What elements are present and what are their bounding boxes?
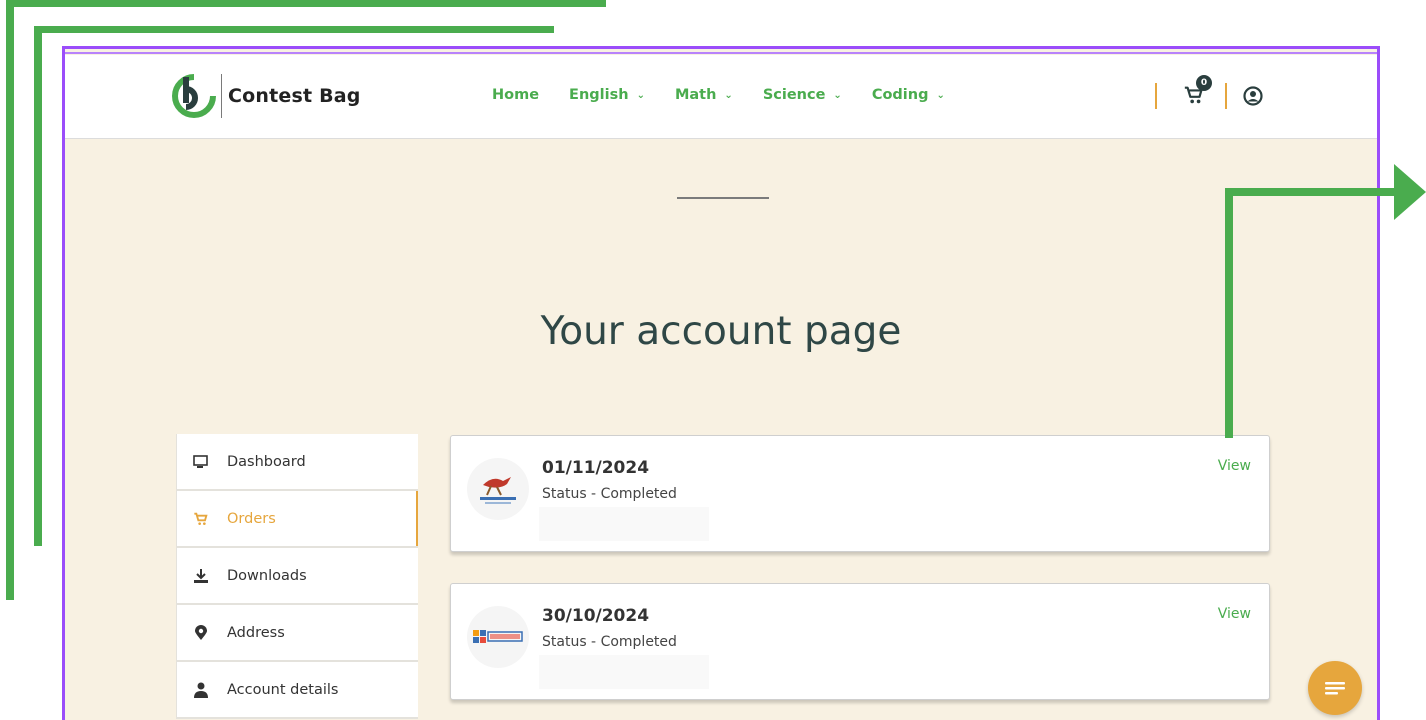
nav-math[interactable]: Math ⌄ <box>675 87 733 103</box>
contest-bag-logo-icon <box>172 74 216 118</box>
decor-arrow-inner-top <box>34 26 554 33</box>
nav-label: Science <box>762 87 826 103</box>
title-divider <box>677 197 769 199</box>
brand-name: Contest Bag <box>228 85 361 107</box>
decor-arrow-horizontal <box>1225 188 1401 196</box>
decor-arrow-head <box>1394 164 1426 220</box>
user-icon <box>193 682 209 698</box>
decor-arrow-outer-top <box>6 0 606 7</box>
chevron-down-icon: ⌄ <box>724 89 733 101</box>
order-details-placeholder <box>539 507 709 541</box>
nav-home[interactable]: Home <box>492 87 539 103</box>
sidebar-item-label: Dashboard <box>227 453 306 470</box>
download-icon <box>193 568 209 584</box>
order-card: 01/11/2024 Status - Completed View <box>450 435 1270 552</box>
header-divider <box>1155 83 1157 109</box>
logo-separator <box>221 74 222 118</box>
sidebar-item-label: Orders <box>227 510 276 527</box>
browser-frame: Contest Bag Home English ⌄ Math ⌄ Scienc… <box>62 46 1380 720</box>
user-circle-icon[interactable] <box>1243 86 1263 106</box>
sidebar-item-orders[interactable]: Orders <box>176 491 418 548</box>
nav-science[interactable]: Science ⌄ <box>763 87 842 103</box>
chevron-down-icon: ⌄ <box>833 89 842 101</box>
order-status: Status - Completed <box>542 634 677 650</box>
header-divider <box>1225 83 1227 109</box>
decor-arrow-outer-left <box>6 0 14 600</box>
cemc-logo-icon <box>467 606 529 668</box>
site-header: Contest Bag Home English ⌄ Math ⌄ Scienc… <box>65 55 1377 139</box>
decor-arrow-inner-left <box>34 26 42 546</box>
order-details-placeholder <box>539 655 709 689</box>
header-actions: 0 <box>1155 75 1263 111</box>
cart-icon <box>193 511 209 527</box>
sidebar-item-address[interactable]: Address <box>176 605 418 662</box>
menu-fab-button[interactable] <box>1308 661 1362 715</box>
main-nav: Home English ⌄ Math ⌄ Science ⌄ Coding ⌄ <box>492 87 975 103</box>
decor-arrow-vertical <box>1225 188 1233 438</box>
nav-label: Home <box>492 87 540 103</box>
order-card: 30/10/2024 Status - Completed View <box>450 583 1270 700</box>
sidebar-item-account-details[interactable]: Account details <box>176 662 418 719</box>
view-order-button[interactable]: View <box>1218 606 1251 622</box>
nav-label: Coding <box>871 87 929 103</box>
sidebar-item-label: Address <box>227 624 285 641</box>
account-sidebar: Dashboard Orders Downloads Address Accou… <box>176 434 418 719</box>
sidebar-item-dashboard[interactable]: Dashboard <box>176 434 418 491</box>
order-status: Status - Completed <box>542 486 677 502</box>
nav-english[interactable]: English ⌄ <box>569 87 645 103</box>
order-date: 30/10/2024 <box>542 606 650 626</box>
view-order-button[interactable]: View <box>1218 458 1251 474</box>
page-title: Your account page <box>540 309 902 354</box>
brand-logo[interactable]: Contest Bag <box>171 73 361 119</box>
dashboard-icon <box>193 454 209 470</box>
order-date: 01/11/2024 <box>542 458 650 478</box>
nav-coding[interactable]: Coding ⌄ <box>872 87 945 103</box>
kangaroo-logo-icon <box>467 458 529 520</box>
sidebar-item-label: Downloads <box>227 567 307 584</box>
cart-button[interactable]: 0 <box>1183 75 1212 108</box>
menu-lines-icon <box>1325 682 1345 695</box>
chevron-down-icon: ⌄ <box>936 89 945 101</box>
cart-count-badge: 0 <box>1196 75 1212 91</box>
nav-label: Math <box>674 87 717 103</box>
chevron-down-icon: ⌄ <box>636 89 645 101</box>
map-pin-icon <box>193 624 209 641</box>
sidebar-item-downloads[interactable]: Downloads <box>176 548 418 605</box>
sidebar-item-label: Account details <box>227 681 339 698</box>
nav-label: English <box>569 87 629 103</box>
frame-line <box>65 52 1377 54</box>
